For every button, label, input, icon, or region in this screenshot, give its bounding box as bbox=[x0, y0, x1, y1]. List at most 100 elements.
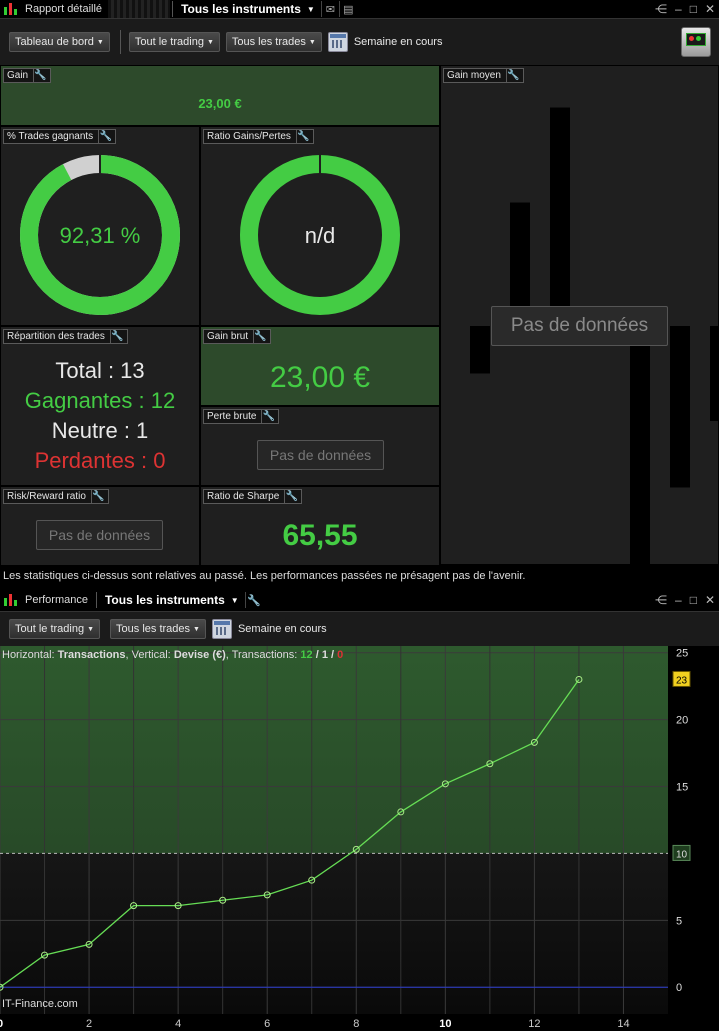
close-icon[interactable]: ✕ bbox=[705, 2, 715, 16]
header-h-value: Transactions bbox=[57, 649, 126, 661]
window1-controls: ⋲ – □ ✕ bbox=[655, 0, 715, 18]
caret-down-icon: ▼ bbox=[308, 38, 316, 46]
caret-down-icon: ▼ bbox=[193, 625, 200, 633]
x-tick-label: 14 bbox=[617, 1018, 629, 1030]
x-tick-label: 4 bbox=[175, 1018, 181, 1030]
close-icon[interactable]: ✕ bbox=[705, 593, 715, 607]
window1-toolbar: Tableau de bord ▼ Tout le trading ▼ Tous l… bbox=[0, 18, 719, 65]
tile-perte-brute-title: Perte brute bbox=[207, 411, 257, 422]
wrench-icon[interactable]: 🔧 bbox=[261, 410, 275, 423]
app-logo-icon bbox=[3, 593, 19, 607]
trades-dropdown[interactable]: Tous les trades ▼ bbox=[225, 32, 322, 52]
window1-title: Rapport détaillé bbox=[25, 3, 103, 15]
gain-moyen-nodata: Pas de données bbox=[491, 306, 668, 346]
tile-pct-trades-label: % Trades gagnants 🔧 bbox=[3, 129, 117, 144]
minimize-icon[interactable]: – bbox=[675, 593, 682, 607]
tile-pct-trades-title: % Trades gagnants bbox=[7, 131, 94, 142]
caret-down-icon: ▼ bbox=[87, 625, 95, 633]
calendar-icon[interactable] bbox=[327, 32, 348, 52]
trading-dropdown[interactable]: Tout le trading ▼ bbox=[128, 32, 220, 52]
calendar-icon[interactable] bbox=[211, 619, 232, 639]
tile-ratio-gp-title: Ratio Gains/Pertes bbox=[207, 131, 291, 142]
wrench-icon[interactable]: 🔧 bbox=[98, 130, 112, 143]
x-tick-label: 12 bbox=[528, 1018, 540, 1030]
mid-value-label: 10 bbox=[676, 849, 688, 860]
instrument-selector-label: Tous les instruments bbox=[181, 2, 301, 16]
x-tick-label: 6 bbox=[264, 1018, 270, 1030]
dashboard-settings-icon[interactable] bbox=[681, 27, 711, 57]
export-icon[interactable]: ✉ bbox=[320, 1, 339, 17]
repartition-neutre: Neutre : 1 bbox=[51, 418, 149, 443]
dashboard-dropdown[interactable]: Tableau de bord ▼ bbox=[9, 32, 110, 52]
tile-gain-title: Gain bbox=[7, 70, 29, 81]
tile-gain-brut-title: Gain brut bbox=[207, 331, 249, 342]
header-sep: / bbox=[312, 649, 322, 661]
performance-chart-svg: 0 5 15 20 25 0 2 4 6 8 10 12 14 23 10 bbox=[0, 646, 719, 1031]
wrench-icon[interactable]: 🔧 bbox=[244, 592, 263, 608]
minimize-icon[interactable]: – bbox=[675, 2, 682, 16]
gain-moyen-bar bbox=[670, 326, 690, 488]
caret-down-icon: ▼ bbox=[96, 38, 104, 46]
period-label-2[interactable]: Semaine en cours bbox=[238, 623, 327, 635]
chart-header: Horizontal: Transactions, Vertical: Devi… bbox=[2, 649, 343, 661]
window1-titlebar: Rapport détaillé Tous les instruments ▼ … bbox=[0, 0, 719, 18]
instrument-selector[interactable]: Tous les instruments ▼ bbox=[175, 0, 321, 18]
header-h-label: Horizontal: bbox=[2, 649, 55, 661]
disclaimer-text: Les statistiques ci-dessus sont relative… bbox=[0, 566, 719, 584]
wrench-icon[interactable]: 🔧 bbox=[505, 69, 520, 82]
wrench-icon[interactable]: 🔧 bbox=[109, 330, 124, 343]
gain-moyen-bar bbox=[470, 326, 490, 374]
wrench-icon[interactable]: 🔧 bbox=[284, 490, 298, 503]
tile-sharpe: Ratio de Sharpe 🔧 65,55 bbox=[200, 486, 440, 566]
share-icon[interactable]: ⋲ bbox=[655, 2, 667, 16]
perte-brute-nodata: Pas de données bbox=[257, 440, 384, 470]
instrument-selector-2-label: Tous les instruments bbox=[104, 593, 225, 607]
trading-dropdown-2[interactable]: Tout le trading ▼ bbox=[9, 619, 101, 639]
chart-upper-zone bbox=[0, 646, 668, 854]
share-icon[interactable]: ⋲ bbox=[655, 593, 667, 607]
tile-sharpe-title: Ratio de Sharpe bbox=[207, 491, 280, 502]
report-icon[interactable]: ▤ bbox=[338, 1, 357, 17]
ratio-value: n/d bbox=[304, 223, 336, 248]
header-wins: 12 bbox=[300, 649, 313, 661]
risk-reward-nodata: Pas de données bbox=[36, 520, 163, 550]
x-tick-label: 2 bbox=[86, 1018, 92, 1030]
gain-moyen-bar bbox=[550, 107, 570, 326]
title-filler bbox=[108, 0, 171, 18]
performance-chart: 0 5 15 20 25 0 2 4 6 8 10 12 14 23 10 Horizontal: Tran… bbox=[0, 646, 719, 1031]
trading-dropdown-label: Tout le trading bbox=[134, 36, 204, 48]
wrench-icon[interactable]: 🔧 bbox=[295, 130, 310, 143]
dashboard-dropdown-label: Tableau de bord bbox=[15, 36, 94, 48]
trading-dropdown-2-label: Tout le trading bbox=[15, 623, 85, 635]
trades-dropdown-2-label: Tous les trades bbox=[116, 623, 191, 635]
wrench-icon[interactable]: 🔧 bbox=[90, 490, 105, 503]
maximize-icon[interactable]: □ bbox=[690, 593, 697, 607]
y-tick-label: 15 bbox=[676, 782, 688, 794]
y-tick-label: 25 bbox=[676, 648, 688, 660]
tile-pct-trades: % Trades gagnants 🔧 92,31 % bbox=[0, 126, 200, 326]
window2-controls: ⋲ – □ ✕ bbox=[655, 589, 715, 611]
window2-titlebar: Performance Tous les instruments ▼ 🔧 ⋲ –… bbox=[0, 589, 719, 611]
maximize-icon[interactable]: □ bbox=[690, 2, 697, 16]
repartition-gagnantes: Gagnantes : 12 bbox=[24, 388, 176, 413]
period-label[interactable]: Semaine en cours bbox=[354, 36, 443, 48]
caret-down-icon: ▼ bbox=[306, 4, 315, 14]
tile-repartition-label: Répartition des trades 🔧 bbox=[3, 329, 128, 344]
wrench-icon[interactable]: 🔧 bbox=[253, 330, 267, 343]
tile-perte-brute: Perte brute 🔧 Pas de données bbox=[200, 406, 440, 486]
y-tick-label: 20 bbox=[676, 715, 688, 727]
instrument-selector-2[interactable]: Tous les instruments ▼ bbox=[99, 591, 245, 609]
wrench-icon[interactable]: 🔧 bbox=[33, 69, 47, 82]
chart-axis-bg bbox=[668, 646, 719, 1031]
y-tick-label: 5 bbox=[676, 915, 682, 927]
header-losses: 0 bbox=[337, 649, 344, 661]
header-t-label: , Transactions: bbox=[225, 649, 298, 661]
window2-title: Performance bbox=[25, 594, 88, 606]
x-tick-label: 8 bbox=[353, 1018, 359, 1030]
tile-gain-moyen: Gain moyen 🔧 Pas de données bbox=[440, 65, 719, 565]
sharpe-value: 65,55 bbox=[282, 519, 358, 552]
trades-dropdown-2[interactable]: Tous les trades ▼ bbox=[110, 619, 206, 639]
repartition-total: Total : 13 bbox=[55, 358, 145, 383]
repartition-perdantes: Perdantes : 0 bbox=[34, 448, 166, 473]
x-tick-label: 10 bbox=[439, 1018, 451, 1030]
